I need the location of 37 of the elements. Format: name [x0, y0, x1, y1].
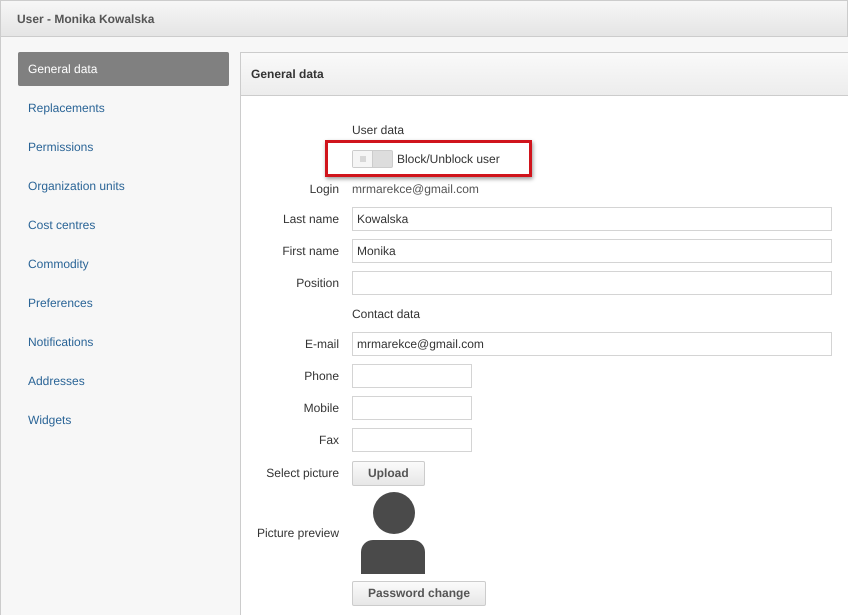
input-field[interactable]: [352, 396, 472, 420]
grip-icon: [360, 156, 366, 162]
sidebar-item[interactable]: Addresses: [18, 364, 229, 398]
field-label: Last name: [282, 212, 339, 226]
sidebar-item[interactable]: General data: [18, 52, 229, 86]
sidebar-item[interactable]: Cost centres: [18, 208, 229, 242]
toggle-label: Block/Unblock user: [397, 151, 500, 168]
input-field[interactable]: mrmarekce@gmail.com: [352, 332, 832, 356]
panel-title: General data: [251, 66, 324, 83]
field-label: E-mail: [304, 337, 339, 351]
input-field[interactable]: [352, 428, 472, 452]
field-label: Position: [296, 276, 339, 290]
sidebar-item[interactable]: Notifications: [18, 325, 229, 359]
field-label: Mobile: [304, 401, 339, 415]
field-label: Login: [310, 182, 339, 196]
input-field[interactable]: Kowalska: [352, 207, 832, 231]
sidebar-item[interactable]: Commodity: [18, 247, 229, 281]
window-title: User - Monika Kowalska: [17, 10, 154, 28]
login-value: mrmarekce@gmail.com: [352, 180, 479, 198]
input-field[interactable]: [352, 271, 832, 295]
input-field[interactable]: [352, 364, 472, 388]
sidebar-item[interactable]: Organization units: [18, 169, 229, 203]
field-label: Fax: [318, 433, 339, 447]
sidebar-item[interactable]: Replacements: [18, 91, 229, 125]
field-label: Picture preview: [256, 526, 339, 540]
toggle-switch[interactable]: [352, 150, 393, 168]
sidebar-item[interactable]: Preferences: [18, 286, 229, 320]
action-button[interactable]: Password change: [352, 580, 486, 606]
input-field[interactable]: Monika: [352, 239, 832, 263]
action-button[interactable]: Upload: [352, 460, 425, 486]
field-label: Phone: [304, 369, 339, 383]
field-label: First name: [282, 244, 339, 258]
field-label: Select picture: [266, 466, 339, 480]
section-heading: User data: [352, 122, 404, 138]
sidebar-item[interactable]: Permissions: [18, 130, 229, 164]
sidebar-item[interactable]: Widgets: [18, 403, 229, 437]
section-heading: Contact data: [352, 306, 420, 322]
